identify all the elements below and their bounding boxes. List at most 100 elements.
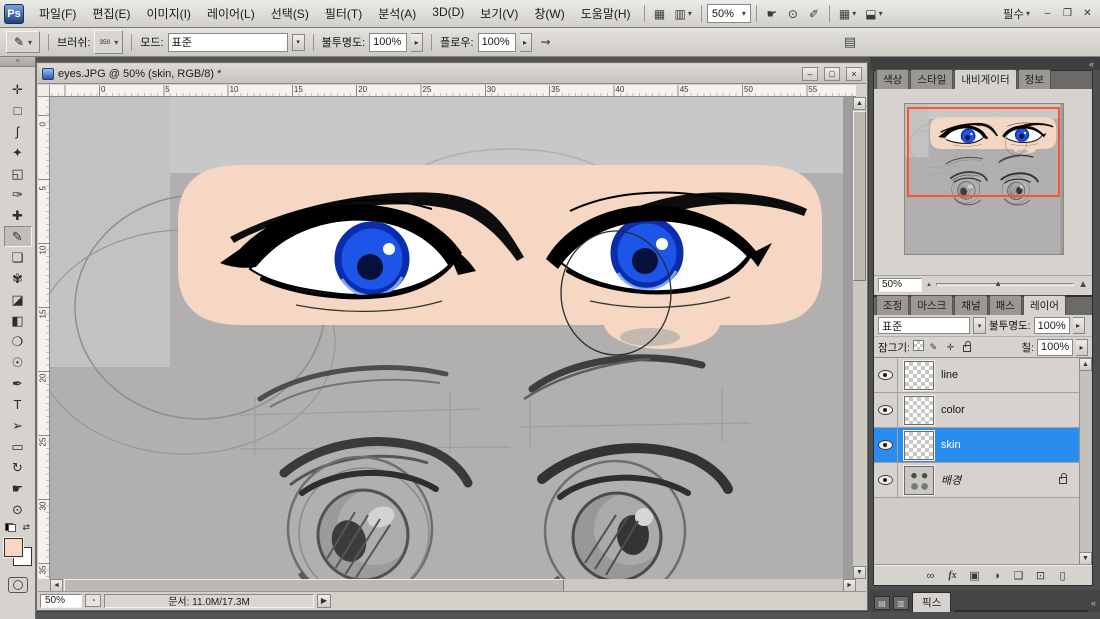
shape-tool[interactable]: ▭ xyxy=(4,436,32,457)
scroll-down-button[interactable]: ▼ xyxy=(1079,552,1092,565)
status-options-button[interactable]: ▶ xyxy=(317,594,331,608)
zoom-out-icon[interactable]: ▲ xyxy=(926,282,932,288)
navigator-thumbnail[interactable] xyxy=(904,103,1064,255)
move-tool[interactable]: ✛ xyxy=(4,79,32,100)
opacity-input[interactable]: 100% xyxy=(369,33,407,52)
rotate-view-icon[interactable]: ✐ xyxy=(804,4,824,24)
rotate-view-tool[interactable]: ↻ xyxy=(4,457,32,478)
layer-blend-mode-select[interactable]: 표준 xyxy=(878,317,970,334)
menu-item-9[interactable]: 창(W) xyxy=(526,1,572,26)
close-button[interactable]: ✕ xyxy=(1079,6,1096,21)
doc-maximize-button[interactable]: □ xyxy=(824,67,840,81)
tab-마스크[interactable]: 마스크 xyxy=(910,295,953,315)
layer-row-skin[interactable]: skin xyxy=(874,428,1081,463)
opacity-slider-button[interactable]: ▸ xyxy=(411,33,423,52)
document-title-bar[interactable]: eyes.JPG @ 50% (skin, RGB/8) * – □ × xyxy=(38,64,866,84)
layer-opacity-slider-button[interactable]: ▸ xyxy=(1073,317,1085,334)
zoom-tool[interactable]: ⊙ xyxy=(4,499,32,520)
menu-item-7[interactable]: 3D(D) xyxy=(424,1,472,26)
tab-스타일[interactable]: 스타일 xyxy=(910,69,953,89)
visibility-toggle[interactable] xyxy=(874,428,898,463)
zoom-in-icon[interactable]: ▲ xyxy=(1078,279,1088,290)
type-tool[interactable]: T xyxy=(4,394,32,415)
collapse-panels-icon[interactable]: « xyxy=(1091,598,1096,608)
doc-minimize-button[interactable]: – xyxy=(802,67,818,81)
path-selection-tool[interactable]: ➢ xyxy=(4,415,32,436)
bottom-dock-tab[interactable]: 픽스 xyxy=(912,592,951,612)
tab-채널[interactable]: 채널 xyxy=(954,295,987,315)
canvas[interactable] xyxy=(50,97,856,579)
lock-all-icon[interactable] xyxy=(960,340,975,355)
visibility-toggle[interactable] xyxy=(874,358,898,393)
dock-chip-icon[interactable]: ▤ xyxy=(874,596,890,610)
healing-brush-tool[interactable]: ✚ xyxy=(4,205,32,226)
layer-mask-icon[interactable]: ▣ xyxy=(967,569,982,582)
marquee-tool[interactable]: □ xyxy=(4,100,32,121)
view-extras-icon[interactable]: ▥▾ xyxy=(671,4,696,24)
layer-blend-dropdown-button[interactable]: ▾ xyxy=(973,317,986,334)
pen-tool[interactable]: ✒ xyxy=(4,373,32,394)
dock-chip-icon[interactable]: ▥ xyxy=(893,596,909,610)
restore-button[interactable]: ❐ xyxy=(1059,6,1076,21)
vertical-ruler[interactable]: 05101520253035 xyxy=(38,97,50,579)
layer-fill-input[interactable]: 100% xyxy=(1037,339,1073,356)
tab-조정[interactable]: 조정 xyxy=(876,295,909,315)
visibility-toggle[interactable] xyxy=(874,393,898,428)
lock-paint-icon[interactable]: ✎ xyxy=(926,340,941,355)
eraser-tool[interactable]: ◪ xyxy=(4,289,32,310)
menu-item-4[interactable]: 선택(S) xyxy=(263,1,317,26)
tab-내비게이터[interactable]: 내비게이터 xyxy=(954,69,1016,89)
menu-item-10[interactable]: 도움말(H) xyxy=(573,1,639,26)
zoom-level-select[interactable]: 50%▾ xyxy=(707,4,751,23)
menu-item-1[interactable]: 편집(E) xyxy=(84,1,138,26)
status-zoom-input[interactable]: 50% xyxy=(40,594,82,608)
doc-close-button[interactable]: × xyxy=(846,67,862,81)
tab-정보[interactable]: 정보 xyxy=(1018,69,1051,89)
layer-row-color[interactable]: color xyxy=(874,393,1081,428)
crop-tool[interactable]: ◱ xyxy=(4,163,32,184)
history-brush-tool[interactable]: ✾ xyxy=(4,268,32,289)
layer-list-scrollbar[interactable]: ▲ ▼ xyxy=(1079,358,1092,565)
adjustment-layer-icon[interactable]: ◑ xyxy=(989,570,1004,582)
eyedropper-tool[interactable]: ✑ xyxy=(4,184,32,205)
delete-layer-icon[interactable]: ▯ xyxy=(1055,569,1070,582)
vertical-scrollbar[interactable]: ▲ ▼ xyxy=(853,97,866,579)
hand-tool[interactable]: ☛ xyxy=(4,478,32,499)
tool-preset-picker[interactable]: ✎▾ xyxy=(6,31,40,53)
toggle-panels-icon[interactable]: ▤ xyxy=(840,32,860,52)
menu-item-2[interactable]: 이미지(I) xyxy=(138,1,198,26)
horizontal-ruler[interactable]: 051015202530354045505560 xyxy=(50,85,856,97)
status-info-icon[interactable]: ◔ xyxy=(85,594,101,607)
screen-mode-icon[interactable]: ⬓▾ xyxy=(861,4,886,24)
hand-tool-icon[interactable]: ☛ xyxy=(762,4,782,24)
layer-thumbnail[interactable] xyxy=(904,396,934,425)
minimize-button[interactable]: – xyxy=(1039,6,1056,21)
quick-selection-tool[interactable]: ✦ xyxy=(4,142,32,163)
flow-input[interactable]: 100% xyxy=(478,33,516,52)
layer-row-배경[interactable]: 배경 xyxy=(874,463,1081,498)
scroll-up-button[interactable]: ▲ xyxy=(853,97,866,110)
menu-item-8[interactable]: 보기(V) xyxy=(472,1,526,26)
lock-transparency-icon[interactable] xyxy=(913,340,924,351)
clone-stamp-tool[interactable]: ❏ xyxy=(4,247,32,268)
gradient-tool[interactable]: ◧ xyxy=(4,310,32,331)
collapse-panels-icon[interactable]: « xyxy=(1089,59,1094,69)
quick-mask-button[interactable] xyxy=(8,577,28,593)
layer-row-line[interactable]: line xyxy=(874,358,1081,393)
brush-preset-selector[interactable]: 350 ▾ xyxy=(94,30,123,54)
navigator-zoom-slider[interactable]: ▲ xyxy=(936,283,1074,286)
layer-fill-slider-button[interactable]: ▸ xyxy=(1076,339,1088,356)
vertical-scroll-thumb[interactable] xyxy=(853,111,866,281)
layer-thumbnail[interactable] xyxy=(904,361,934,390)
navigator-view-box[interactable] xyxy=(907,107,1060,197)
scroll-down-button[interactable]: ▼ xyxy=(853,566,866,579)
zoom-tool-icon[interactable]: ⊙ xyxy=(783,4,803,24)
default-colors-icon[interactable] xyxy=(5,523,16,532)
blend-mode-select[interactable]: 표준 xyxy=(168,33,288,52)
tab-패스[interactable]: 패스 xyxy=(989,295,1022,315)
arrange-documents-icon[interactable]: ▦▾ xyxy=(835,4,860,24)
link-layers-icon[interactable]: ∞ xyxy=(923,570,938,582)
tab-색상[interactable]: 색상 xyxy=(876,69,909,89)
layer-group-icon[interactable]: ❏ xyxy=(1011,569,1026,582)
tab-레이어[interactable]: 레이어 xyxy=(1023,295,1066,315)
